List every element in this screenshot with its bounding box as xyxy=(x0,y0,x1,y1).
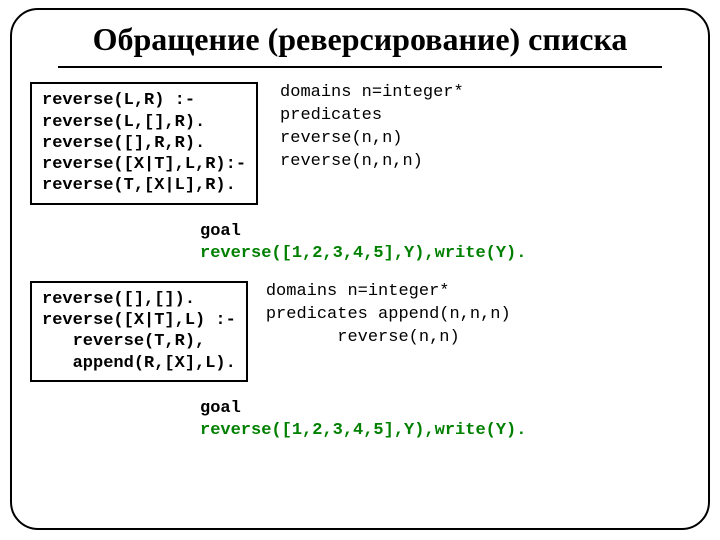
code-box-2: reverse([],[]). reverse([X|T],L) :- reve… xyxy=(30,281,248,382)
slide-frame: Обращение (реверсирование) списка revers… xyxy=(10,8,710,530)
declarations-2: domains n=integer* predicates append(n,n… xyxy=(266,281,511,350)
code-box-1: reverse(L,R) :- reverse(L,[],R). reverse… xyxy=(30,82,258,204)
goal-label-2: goal xyxy=(200,398,690,420)
goal-code-1: reverse([1,2,3,4,5],Y),write(Y). xyxy=(200,243,690,265)
slide-title: Обращение (реверсирование) списка xyxy=(30,20,690,58)
row-2: reverse([],[]). reverse([X|T],L) :- reve… xyxy=(30,281,690,382)
goal-code-2: reverse([1,2,3,4,5],Y),write(Y). xyxy=(200,420,690,442)
goal-block-1: goal reverse([1,2,3,4,5],Y),write(Y). xyxy=(200,221,690,265)
title-divider xyxy=(58,66,662,68)
goal-label-1: goal xyxy=(200,221,690,243)
row-1: reverse(L,R) :- reverse(L,[],R). reverse… xyxy=(30,82,690,204)
goal-block-2: goal reverse([1,2,3,4,5],Y),write(Y). xyxy=(200,398,690,442)
declarations-1: domains n=integer* predicates reverse(n,… xyxy=(280,82,464,174)
